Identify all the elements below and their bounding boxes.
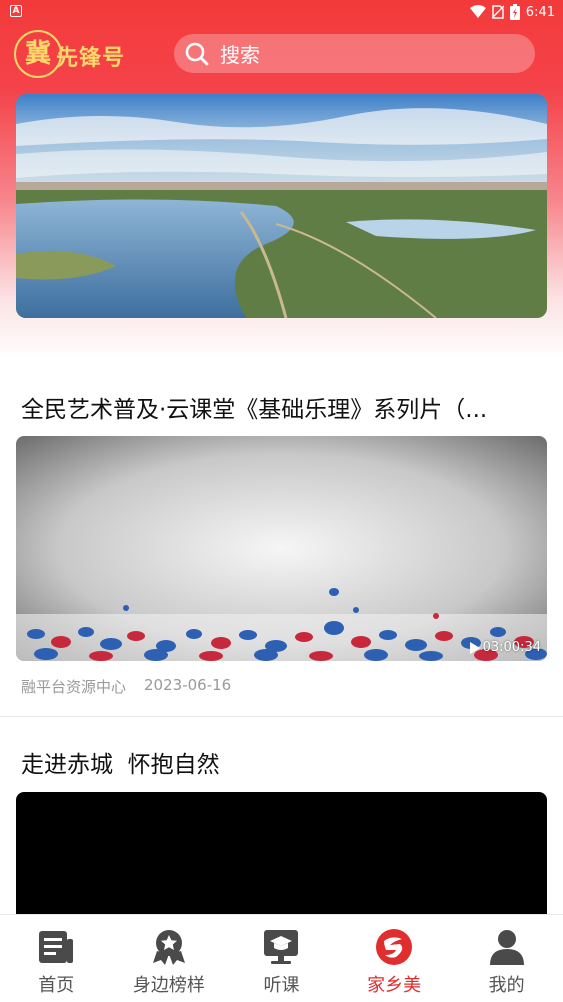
no-sim-icon bbox=[491, 5, 504, 19]
article-date: 2023-06-16 bbox=[144, 676, 232, 694]
news-icon bbox=[39, 931, 74, 963]
tab-role-models[interactable]: 身边榜样 bbox=[113, 915, 226, 1002]
status-bar: A 6:41 bbox=[0, 0, 563, 24]
tab-profile[interactable]: 我的 bbox=[450, 915, 563, 1002]
medal-icon bbox=[152, 930, 185, 965]
duration-text: 03:00:34 bbox=[482, 640, 541, 655]
banner-landscape bbox=[16, 94, 547, 318]
article-title[interactable]: 走进赤城 怀抱自然 bbox=[21, 745, 541, 779]
article-card[interactable]: 全民艺术普及·云课堂《基础乐理》系列片（... 03:00:34 融平台资源中心… bbox=[0, 360, 563, 716]
banner-image[interactable] bbox=[16, 94, 547, 318]
lecture-icon bbox=[264, 930, 299, 964]
logo-emblem: 冀 bbox=[14, 30, 62, 78]
search-placeholder: 搜索 bbox=[220, 43, 260, 67]
article-card[interactable]: 走进赤城 怀抱自然 bbox=[0, 717, 563, 922]
video-duration: 03:00:34 bbox=[469, 640, 541, 655]
tab-label: 首页 bbox=[38, 975, 75, 996]
bottom-tab-bar: 首页 身边榜样 听课 家乡美 我的 bbox=[0, 914, 563, 1002]
battery-icon bbox=[509, 4, 520, 20]
tab-label: 家乡美 bbox=[367, 975, 422, 996]
tab-label: 听课 bbox=[263, 975, 300, 996]
notification-badge: A bbox=[10, 5, 22, 17]
wifi-icon bbox=[469, 5, 486, 18]
search-icon bbox=[185, 42, 209, 65]
play-icon bbox=[469, 641, 480, 654]
search-bar[interactable]: 搜索 bbox=[174, 34, 535, 73]
hometown-icon bbox=[376, 929, 413, 965]
header: A 6:41 冀 先锋号 搜索 bbox=[0, 0, 563, 360]
article-meta: 融平台资源中心 2023-06-16 bbox=[21, 676, 231, 697]
status-indicators: 6:41 bbox=[469, 3, 555, 21]
logo-text: 先锋号 bbox=[56, 45, 126, 71]
tab-lectures[interactable]: 听课 bbox=[225, 915, 338, 1002]
article-source: 融平台资源中心 bbox=[21, 678, 127, 696]
video-thumbnail[interactable] bbox=[16, 792, 547, 922]
tab-home[interactable]: 首页 bbox=[0, 915, 113, 1002]
video-thumbnail-image bbox=[16, 436, 547, 661]
tab-label: 身边榜样 bbox=[132, 975, 205, 996]
user-icon bbox=[489, 930, 524, 965]
article-title[interactable]: 全民艺术普及·云课堂《基础乐理》系列片（... bbox=[21, 390, 541, 424]
clock: 6:41 bbox=[525, 4, 555, 20]
tab-hometown[interactable]: 家乡美 bbox=[338, 915, 451, 1002]
app-logo: 冀 先锋号 bbox=[14, 28, 154, 80]
video-thumbnail[interactable]: 03:00:34 bbox=[16, 436, 547, 661]
tab-label: 我的 bbox=[488, 975, 525, 996]
